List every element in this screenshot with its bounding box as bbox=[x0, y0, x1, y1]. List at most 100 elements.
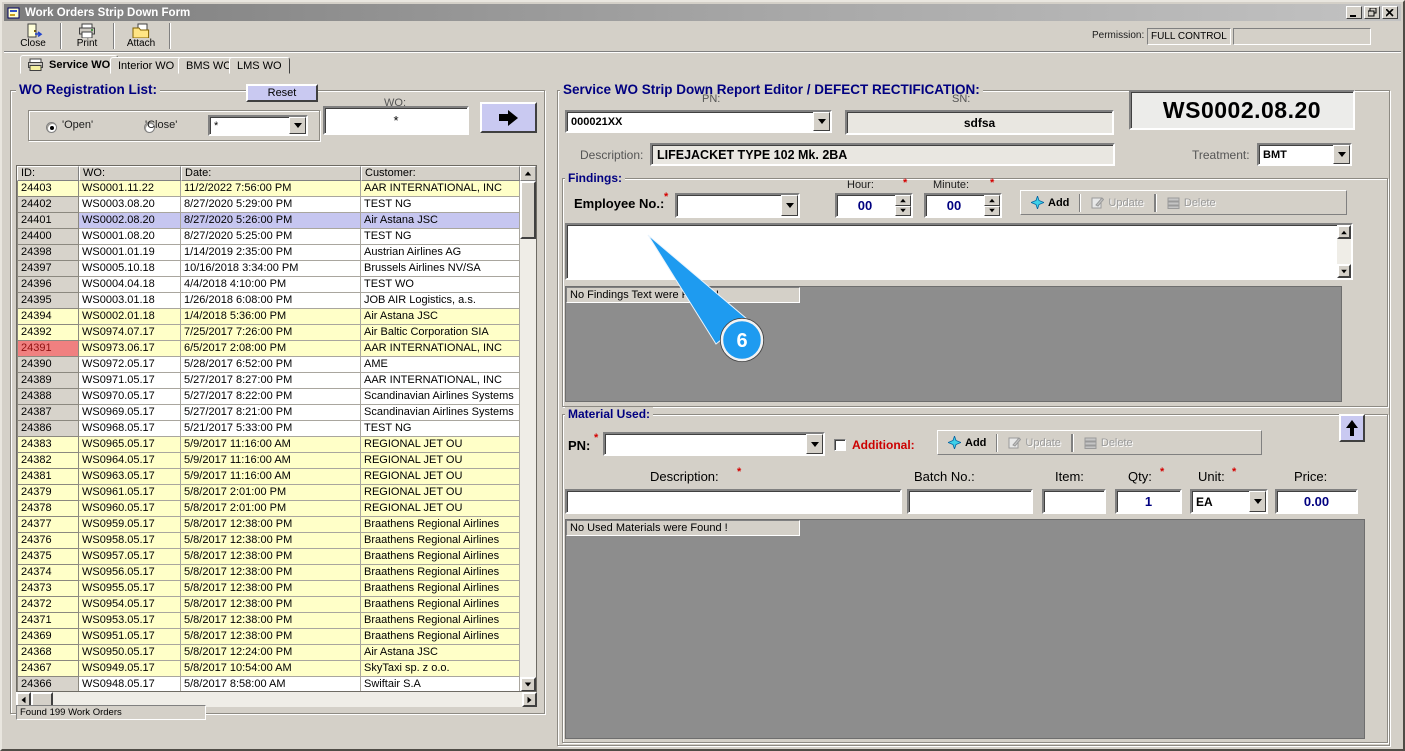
treatment-dropdown-button[interactable] bbox=[1333, 145, 1350, 164]
table-row[interactable]: 24376 WS0958.05.17 5/8/2017 12:38:00 PM Bra… bbox=[17, 533, 521, 549]
table-row[interactable]: 24373 WS0955.05.17 5/8/2017 12:38:00 PM Bra… bbox=[17, 581, 521, 597]
additional-checkbox[interactable] bbox=[834, 439, 846, 451]
material-pn-combobox[interactable] bbox=[603, 432, 825, 456]
table-row[interactable]: 24402 WS0003.08.20 8/27/2020 5:29:00 PM TES… bbox=[17, 197, 521, 213]
findings-add-button[interactable]: Add bbox=[1024, 193, 1076, 212]
cell-date: 5/8/2017 12:24:00 PM bbox=[181, 645, 361, 661]
table-row[interactable]: 24374 WS0956.05.17 5/8/2017 12:38:00 PM Bra… bbox=[17, 565, 521, 581]
table-row[interactable]: 24369 WS0951.05.17 5/8/2017 12:38:00 PM Bra… bbox=[17, 629, 521, 645]
minute-up-button[interactable] bbox=[984, 195, 1000, 206]
pn-dropdown-button[interactable] bbox=[813, 112, 830, 131]
findings-update-button[interactable]: Update bbox=[1084, 193, 1150, 212]
material-description-input[interactable] bbox=[565, 489, 902, 514]
table-row[interactable]: 24378 WS0960.05.17 5/8/2017 2:01:00 PM REGI… bbox=[17, 501, 521, 517]
minute-spinner[interactable]: 00 bbox=[924, 193, 1002, 218]
tab-service-wo[interactable]: Service WO bbox=[20, 55, 119, 74]
tab-lms-wo[interactable]: LMS WO bbox=[229, 57, 290, 74]
table-row[interactable]: 24375 WS0957.05.17 5/8/2017 12:38:00 PM Bra… bbox=[17, 549, 521, 565]
radio-open[interactable] bbox=[46, 122, 57, 133]
restore-button[interactable] bbox=[1364, 6, 1380, 19]
column-header-wo[interactable]: WO: bbox=[79, 166, 181, 181]
findings-scroll-up-button[interactable] bbox=[1337, 225, 1351, 239]
app-window: Work Orders Strip Down Form Close Print … bbox=[0, 0, 1405, 751]
material-pn-dropdown-button[interactable] bbox=[806, 434, 823, 454]
scrollbar-thumb[interactable] bbox=[520, 181, 536, 239]
wo-search-input[interactable]: * bbox=[323, 106, 469, 135]
table-row[interactable]: 24387 WS0969.05.17 5/27/2017 8:21:00 PM Sca… bbox=[17, 405, 521, 421]
close-button[interactable]: Close bbox=[10, 22, 56, 50]
vertical-scrollbar[interactable] bbox=[520, 181, 536, 691]
table-row[interactable]: 24392 WS0974.07.17 7/25/2017 7:26:00 PM Air… bbox=[17, 325, 521, 341]
table-row[interactable]: 24397 WS0005.10.18 10/16/2018 3:34:00 PM Br… bbox=[17, 261, 521, 277]
treatment-combobox[interactable]: BMT bbox=[1257, 143, 1352, 166]
triangle-down-icon bbox=[900, 209, 906, 213]
employee-combobox[interactable] bbox=[675, 193, 800, 218]
table-row[interactable]: 24377 WS0959.05.17 5/8/2017 12:38:00 PM Bra… bbox=[17, 517, 521, 533]
chevron-down-icon bbox=[293, 123, 302, 128]
table-row[interactable]: 24388 WS0970.05.17 5/27/2017 8:22:00 PM Sca… bbox=[17, 389, 521, 405]
price-input[interactable]: 0.00 bbox=[1275, 489, 1358, 514]
table-row[interactable]: 24403 WS0001.11.22 11/2/2022 7:56:00 PM AAR… bbox=[17, 181, 521, 197]
scrollbar-up-button[interactable] bbox=[520, 166, 536, 181]
table-row[interactable]: 24383 WS0965.05.17 5/9/2017 11:16:00 AM REG… bbox=[17, 437, 521, 453]
filter-combobox[interactable]: * bbox=[208, 115, 308, 136]
table-row[interactable]: 24367 WS0949.05.17 5/8/2017 10:54:00 AM Sky… bbox=[17, 661, 521, 677]
hour-up-button[interactable] bbox=[895, 195, 911, 206]
minute-down-button[interactable] bbox=[984, 205, 1000, 216]
unit-dropdown-button[interactable] bbox=[1249, 491, 1266, 512]
material-update-button[interactable]: Update bbox=[1001, 433, 1067, 452]
scrollbar-down-button[interactable] bbox=[520, 677, 536, 691]
table-row[interactable]: 24386 WS0968.05.17 5/21/2017 5:33:00 PM TES… bbox=[17, 421, 521, 437]
findings-textarea[interactable] bbox=[565, 223, 1353, 280]
item-input[interactable] bbox=[1042, 489, 1106, 514]
cell-cust: TEST NG bbox=[361, 421, 521, 437]
print-button[interactable]: Print bbox=[64, 22, 110, 50]
table-row[interactable]: 24372 WS0954.05.17 5/8/2017 12:38:00 PM Bra… bbox=[17, 597, 521, 613]
cell-cust: Braathens Regional Airlines bbox=[361, 565, 521, 581]
attach-button[interactable]: Attach bbox=[117, 22, 165, 50]
tab-interior-wo[interactable]: Interior WO bbox=[110, 57, 183, 74]
table-row[interactable]: 24400 WS0001.08.20 8/27/2020 5:25:00 PM TES… bbox=[17, 229, 521, 245]
table-row[interactable]: 24381 WS0963.05.17 5/9/2017 11:16:00 AM REG… bbox=[17, 469, 521, 485]
scrollbar-right-button[interactable] bbox=[522, 692, 537, 707]
hour-spinner[interactable]: 00 bbox=[835, 193, 913, 218]
qty-input[interactable]: 1 bbox=[1115, 489, 1182, 514]
material-delete-button[interactable]: Delete bbox=[1077, 433, 1140, 452]
collapse-up-button[interactable] bbox=[1339, 414, 1365, 442]
table-row[interactable]: 24368 WS0950.05.17 5/8/2017 12:24:00 PM Air… bbox=[17, 645, 521, 661]
employee-dropdown-button[interactable] bbox=[781, 195, 798, 216]
column-header-id[interactable]: ID: bbox=[17, 166, 79, 181]
findings-delete-button[interactable]: Delete bbox=[1160, 193, 1223, 212]
unit-combobox[interactable]: EA bbox=[1190, 489, 1268, 514]
close-window-button[interactable] bbox=[1382, 6, 1398, 19]
minimize-button[interactable] bbox=[1346, 6, 1362, 19]
table-row[interactable]: 24396 WS0004.04.18 4/4/2018 4:10:00 PM TEST… bbox=[17, 277, 521, 293]
pn-combobox[interactable]: 000021XX bbox=[565, 110, 832, 133]
table-row[interactable]: 24395 WS0003.01.18 1/26/2018 6:08:00 PM JOB… bbox=[17, 293, 521, 309]
table-row[interactable]: 24394 WS0002.01.18 1/4/2018 5:36:00 PM Air … bbox=[17, 309, 521, 325]
filter-dropdown-button[interactable] bbox=[289, 117, 306, 134]
table-row[interactable]: 24391 WS0973.06.17 6/5/2017 2:08:00 PM AAR … bbox=[17, 341, 521, 357]
table-row[interactable]: 24371 WS0953.05.17 5/8/2017 12:38:00 PM Bra… bbox=[17, 613, 521, 629]
column-header-date[interactable]: Date: bbox=[181, 166, 361, 181]
cell-id: 24394 bbox=[17, 309, 79, 325]
table-row[interactable]: 24398 WS0001.01.19 1/14/2019 2:35:00 PM Aus… bbox=[17, 245, 521, 261]
table-row[interactable]: 24366 WS0948.05.17 5/8/2017 8:58:00 AM Swif… bbox=[17, 677, 521, 691]
hour-down-button[interactable] bbox=[895, 205, 911, 216]
reset-button[interactable]: Reset bbox=[246, 84, 318, 102]
material-add-button[interactable]: Add bbox=[941, 433, 993, 452]
batch-no-input[interactable] bbox=[907, 489, 1033, 514]
table-row[interactable]: 24382 WS0964.05.17 5/9/2017 11:16:00 AM REG… bbox=[17, 453, 521, 469]
table-row[interactable]: 24390 WS0972.05.17 5/28/2017 6:52:00 PM AME bbox=[17, 357, 521, 373]
search-go-button[interactable] bbox=[480, 102, 537, 133]
cell-id: 24374 bbox=[17, 565, 79, 581]
column-header-customer[interactable]: Customer: bbox=[361, 166, 520, 181]
findings-scrollbar[interactable] bbox=[1337, 225, 1351, 278]
table-row[interactable]: 24401 WS0002.08.20 8/27/2020 5:26:00 PM Air… bbox=[17, 213, 521, 229]
cell-date: 5/8/2017 12:38:00 PM bbox=[181, 597, 361, 613]
table-row[interactable]: 24379 WS0961.05.17 5/8/2017 2:01:00 PM REGI… bbox=[17, 485, 521, 501]
table-row[interactable]: 24389 WS0971.05.17 5/27/2017 8:27:00 PM AAR… bbox=[17, 373, 521, 389]
findings-scroll-down-button[interactable] bbox=[1337, 264, 1351, 278]
triangle-down-icon bbox=[989, 209, 995, 213]
cell-wo: WS0973.06.17 bbox=[79, 341, 181, 357]
